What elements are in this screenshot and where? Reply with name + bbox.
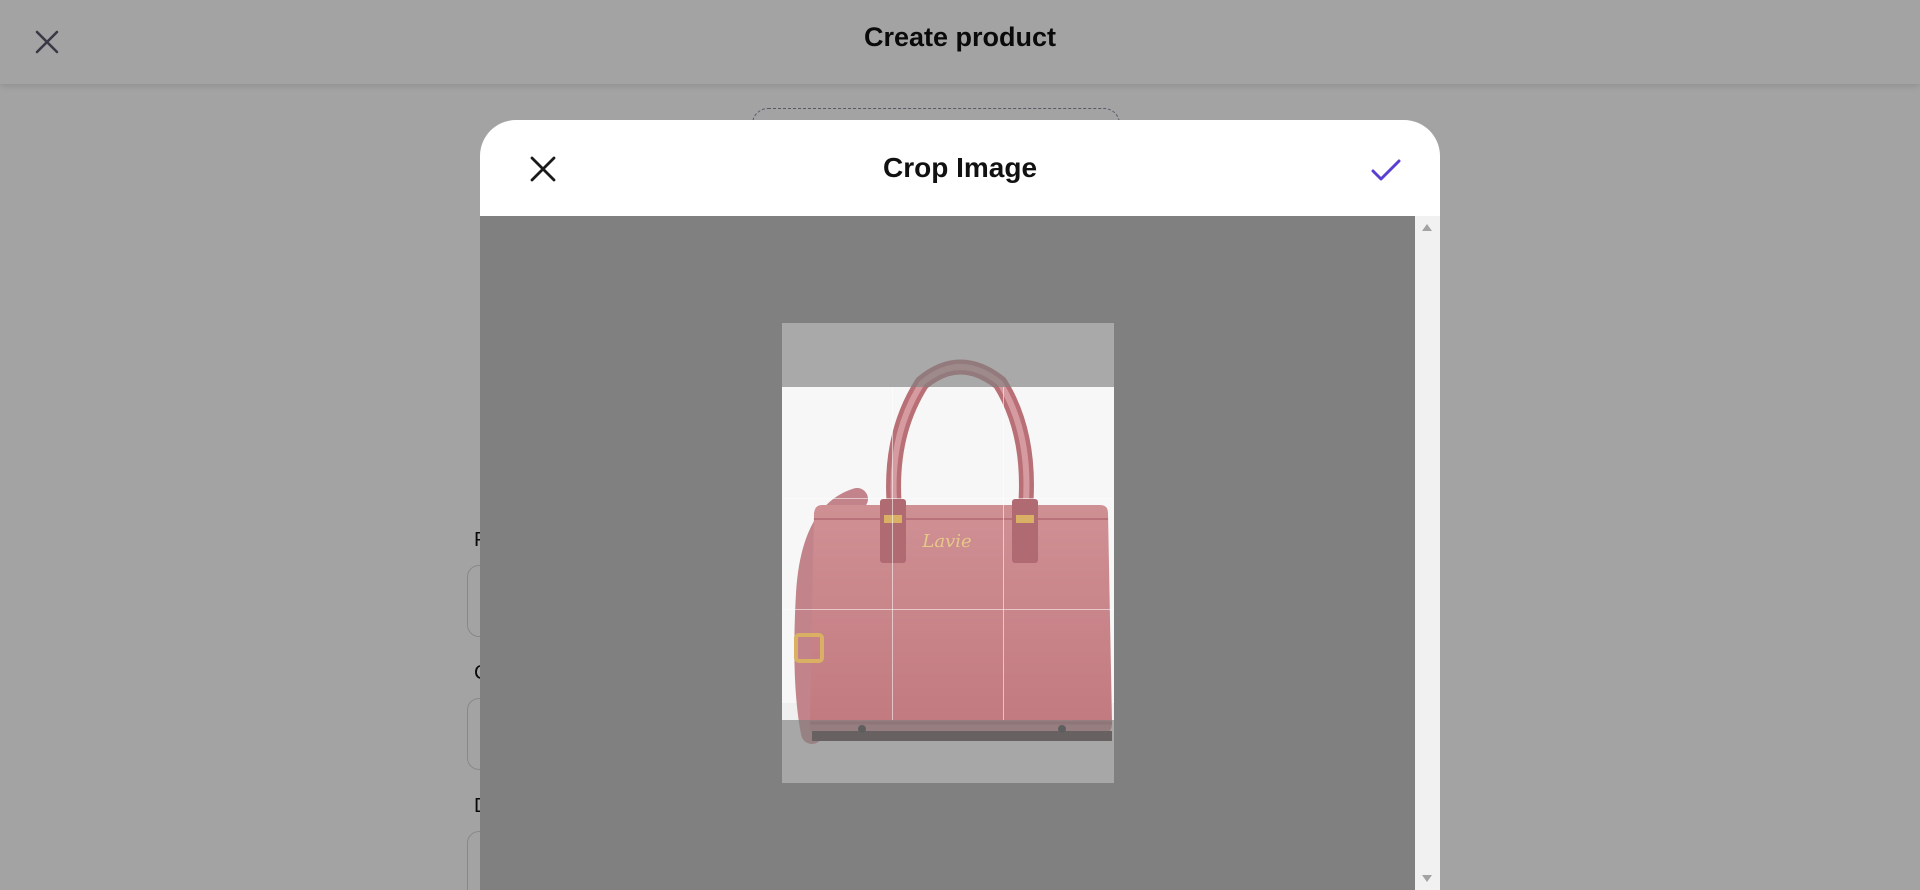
grid-line (782, 498, 1114, 499)
grid-line (892, 387, 893, 720)
crop-scrollbar[interactable] (1415, 216, 1440, 890)
crop-selection-box[interactable] (782, 387, 1114, 720)
grid-line (782, 609, 1114, 610)
confirm-crop-button[interactable] (1364, 150, 1408, 190)
crop-canvas[interactable]: Lavie (480, 216, 1415, 890)
modal-header: Crop Image (480, 120, 1440, 216)
check-icon (1371, 159, 1401, 181)
scroll-up-arrow-icon[interactable] (1422, 224, 1432, 231)
modal-title: Crop Image (882, 152, 1038, 183)
crop-image-modal: Crop Image (480, 120, 1440, 890)
scroll-down-arrow-icon[interactable] (1422, 875, 1432, 882)
grid-line (1003, 387, 1004, 720)
